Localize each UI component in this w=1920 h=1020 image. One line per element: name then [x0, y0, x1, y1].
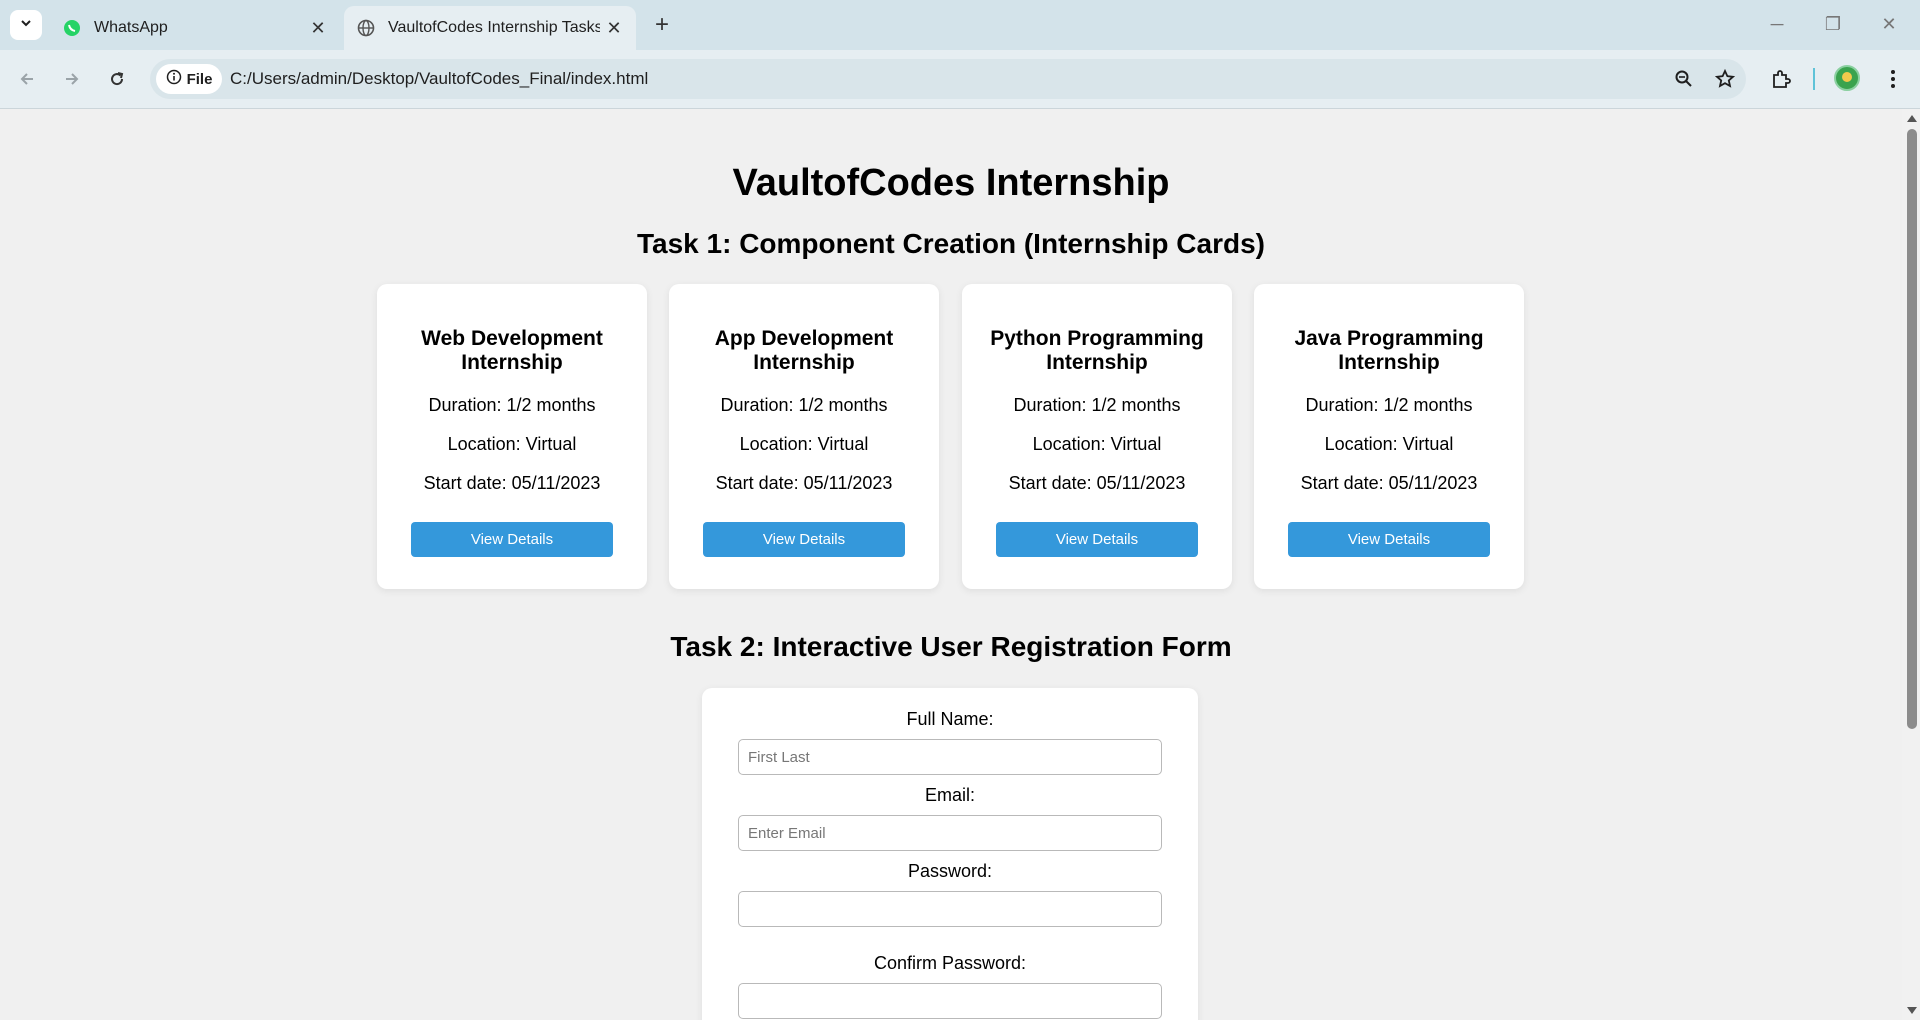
- star-icon[interactable]: [1711, 65, 1739, 93]
- card-duration: Duration: 1/2 months: [1305, 395, 1473, 415]
- card-duration: Duration: 1/2 months: [1013, 395, 1181, 415]
- scroll-up-arrow-icon[interactable]: [1907, 115, 1917, 122]
- card-start-date: Start date: 05/11/2023: [423, 473, 601, 493]
- globe-icon: [356, 18, 376, 38]
- site-info-chip[interactable]: File: [156, 64, 222, 94]
- password-label: Password:: [907, 861, 993, 881]
- close-tab-icon[interactable]: ✕: [304, 14, 332, 42]
- whatsapp-icon: [62, 18, 82, 38]
- full-name-input[interactable]: [738, 739, 1162, 775]
- toolbar-divider: [1813, 68, 1815, 90]
- internship-card: App Development Internship Duration: 1/2…: [669, 284, 939, 589]
- reload-icon: [111, 72, 124, 86]
- confirm-password-input[interactable]: [738, 983, 1162, 1019]
- card-duration: Duration: 1/2 months: [720, 395, 888, 415]
- card-start-date: Start date: 05/11/2023: [715, 473, 893, 493]
- internship-card: Web Development Internship Duration: 1/2…: [377, 284, 647, 589]
- card-location: Location: Virtual: [1032, 434, 1162, 454]
- chevron-down-icon: [19, 16, 33, 35]
- email-label: Email:: [924, 785, 975, 805]
- tab-title: WhatsApp: [94, 19, 168, 36]
- scroll-down-arrow-icon[interactable]: [1907, 1007, 1917, 1014]
- view-details-button[interactable]: View Details: [703, 522, 905, 557]
- close-tab-icon[interactable]: ✕: [600, 14, 628, 42]
- address-bar[interactable]: File C:/Users/admin/Desktop/VaultofCodes…: [150, 59, 1746, 99]
- internship-card: Python Programming Internship Duration: …: [962, 284, 1232, 589]
- close-window-button[interactable]: ✕: [1864, 8, 1914, 40]
- profile-avatar[interactable]: [1834, 65, 1860, 91]
- card-start-date: Start date: 05/11/2023: [1008, 473, 1186, 493]
- browser-toolbar: File C:/Users/admin/Desktop/VaultofCodes…: [0, 50, 1920, 109]
- new-tab-button[interactable]: +: [648, 11, 676, 39]
- arrow-right-icon: [66, 73, 79, 85]
- card-location: Location: Virtual: [739, 434, 869, 454]
- view-details-button[interactable]: View Details: [996, 522, 1198, 557]
- card-duration: Duration: 1/2 months: [428, 395, 596, 415]
- reload-button[interactable]: [102, 64, 132, 94]
- card-start-date: Start date: 05/11/2023: [1300, 473, 1478, 493]
- info-icon: [166, 69, 182, 89]
- view-details-button[interactable]: View Details: [411, 522, 613, 557]
- card-title: Web Development Internship: [421, 327, 603, 374]
- menu-kebab-icon[interactable]: [1878, 64, 1908, 94]
- minimize-button[interactable]: ─: [1752, 8, 1802, 40]
- scrollbar-thumb[interactable]: [1907, 129, 1917, 729]
- card-location: Location: Virtual: [447, 434, 577, 454]
- extensions-icon[interactable]: [1766, 64, 1796, 94]
- view-details-button[interactable]: View Details: [1288, 522, 1490, 557]
- chip-label: File: [186, 70, 213, 88]
- page-scrollbar[interactable]: [1902, 109, 1920, 1020]
- tab-search-button[interactable]: [10, 10, 42, 40]
- card-title: Python Programming Internship: [990, 327, 1204, 374]
- registration-form: Full Name: Email: Password: Confirm Pass…: [702, 688, 1198, 1020]
- forward-button[interactable]: [57, 64, 87, 94]
- tab-title: VaultofCodes Internship Tasks: [388, 19, 600, 36]
- card-title: App Development Internship: [714, 327, 894, 374]
- restore-button[interactable]: ❐: [1808, 8, 1858, 40]
- tab-vaultofcodes[interactable]: VaultofCodes Internship Tasks ✕: [344, 6, 636, 50]
- email-input[interactable]: [738, 815, 1162, 851]
- internship-card: Java Programming Internship Duration: 1/…: [1254, 284, 1524, 589]
- full-name-label: Full Name:: [906, 709, 994, 729]
- page-viewport: VaultofCodes Internship Task 1: Componen…: [0, 109, 1902, 1020]
- back-button[interactable]: [12, 64, 42, 94]
- password-input[interactable]: [738, 891, 1162, 927]
- arrow-left-icon: [20, 73, 33, 85]
- card-title: Java Programming Internship: [1294, 327, 1484, 374]
- url-text[interactable]: C:/Users/admin/Desktop/VaultofCodes_Fina…: [230, 69, 648, 89]
- task2-heading: Task 2: Interactive User Registration Fo…: [670, 631, 1232, 662]
- page-title: VaultofCodes Internship: [732, 162, 1170, 204]
- zoom-icon[interactable]: [1670, 65, 1698, 93]
- tab-whatsapp[interactable]: WhatsApp ✕: [50, 6, 340, 50]
- task1-heading: Task 1: Component Creation (Internship C…: [637, 228, 1265, 259]
- card-location: Location: Virtual: [1324, 434, 1454, 454]
- tab-strip: WhatsApp ✕ VaultofCodes Internship Tasks…: [0, 0, 1920, 50]
- confirm-password-label: Confirm Password:: [873, 953, 1027, 973]
